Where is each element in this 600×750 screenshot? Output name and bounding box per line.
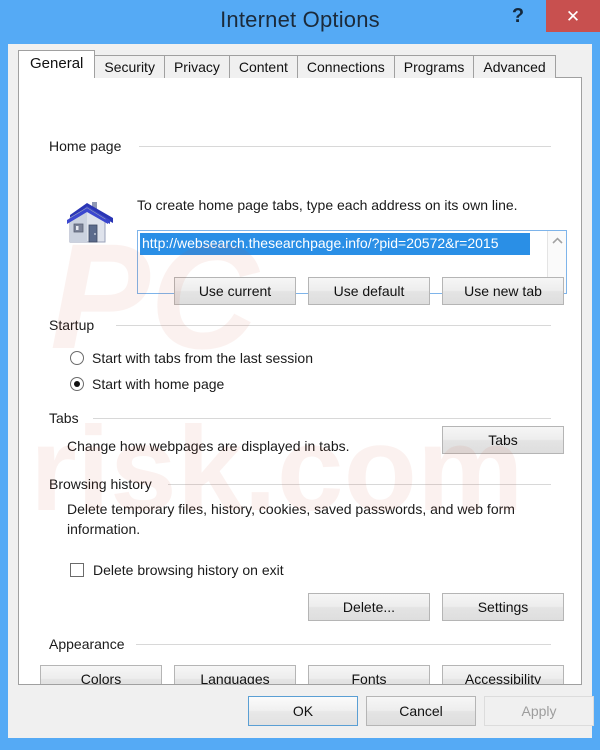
browsing-history-description: Delete temporary files, history, cookies… xyxy=(67,501,515,537)
tab-privacy[interactable]: Privacy xyxy=(163,55,230,78)
dialog-body: General Security Privacy Content Connect… xyxy=(8,44,594,738)
settings-button[interactable]: Settings xyxy=(442,593,564,621)
startup-group-rule xyxy=(116,325,551,326)
tab-connections[interactable]: Connections xyxy=(296,55,395,78)
languages-button[interactable]: Languages xyxy=(174,665,296,684)
general-tab-panel: Home page To create home page tabs, type… xyxy=(18,77,582,685)
appearance-group-label: Appearance xyxy=(49,636,132,652)
tabs-description: Change how webpages are displayed in tab… xyxy=(67,438,350,454)
home-page-group-label: Home page xyxy=(49,138,129,154)
delete-button[interactable]: Delete... xyxy=(308,593,430,621)
checkbox-indicator[interactable] xyxy=(70,563,84,577)
radio-indicator[interactable] xyxy=(70,377,84,391)
tabs-group-rule xyxy=(93,418,551,419)
tab-advanced[interactable]: Advanced xyxy=(473,55,556,78)
cancel-button[interactable]: Cancel xyxy=(366,696,476,726)
tabs-button[interactable]: Tabs xyxy=(442,426,564,454)
tab-general[interactable]: General xyxy=(18,50,96,78)
title-bar: Internet Options ? ✕ xyxy=(0,0,600,44)
checkbox-label: Delete browsing history on exit xyxy=(93,562,284,578)
home-page-url-value[interactable]: http://websearch.thesearchpage.info/?pid… xyxy=(140,233,530,255)
radio-label: Start with tabs from the last session xyxy=(92,350,313,366)
close-button[interactable]: ✕ xyxy=(546,0,600,32)
ok-button[interactable]: OK xyxy=(248,696,358,726)
house-icon xyxy=(61,198,117,250)
apply-button: Apply xyxy=(484,696,594,726)
close-icon: ✕ xyxy=(565,7,581,27)
browsing-history-group-label: Browsing history xyxy=(49,476,159,492)
use-default-button[interactable]: Use default xyxy=(308,277,430,305)
fonts-button[interactable]: Fonts xyxy=(308,665,430,684)
dialog-footer: OK Cancel Apply xyxy=(8,685,594,738)
use-current-button[interactable]: Use current xyxy=(174,277,296,305)
colors-button[interactable]: Colors xyxy=(40,665,162,684)
tab-content[interactable]: Content xyxy=(228,55,298,78)
use-new-tab-button[interactable]: Use new tab xyxy=(442,277,564,305)
appearance-group-rule xyxy=(136,644,551,645)
tabs-group-label: Tabs xyxy=(49,410,86,426)
tab-security[interactable]: Security xyxy=(94,55,165,78)
radio-start-with-tabs-last-session[interactable]: Start with tabs from the last session xyxy=(70,350,313,366)
accessibility-button[interactable]: Accessibility xyxy=(442,665,564,684)
tab-programs[interactable]: Programs xyxy=(393,55,475,78)
scroll-up-icon[interactable] xyxy=(548,233,566,250)
radio-indicator[interactable] xyxy=(70,351,84,365)
tab-strip: General Security Privacy Content Connect… xyxy=(18,50,556,78)
radio-start-with-home-page[interactable]: Start with home page xyxy=(70,376,224,392)
browsing-history-group-rule xyxy=(168,484,551,485)
radio-label: Start with home page xyxy=(92,376,225,392)
home-page-description: To create home page tabs, type each addr… xyxy=(137,197,518,213)
home-page-group-rule xyxy=(139,146,551,147)
startup-group-label: Startup xyxy=(49,317,102,333)
help-icon[interactable]: ? xyxy=(504,2,532,30)
delete-browsing-history-on-exit-checkbox[interactable]: Delete browsing history on exit xyxy=(70,562,284,578)
internet-options-window: Internet Options ? ✕ General Security Pr… xyxy=(0,0,600,750)
